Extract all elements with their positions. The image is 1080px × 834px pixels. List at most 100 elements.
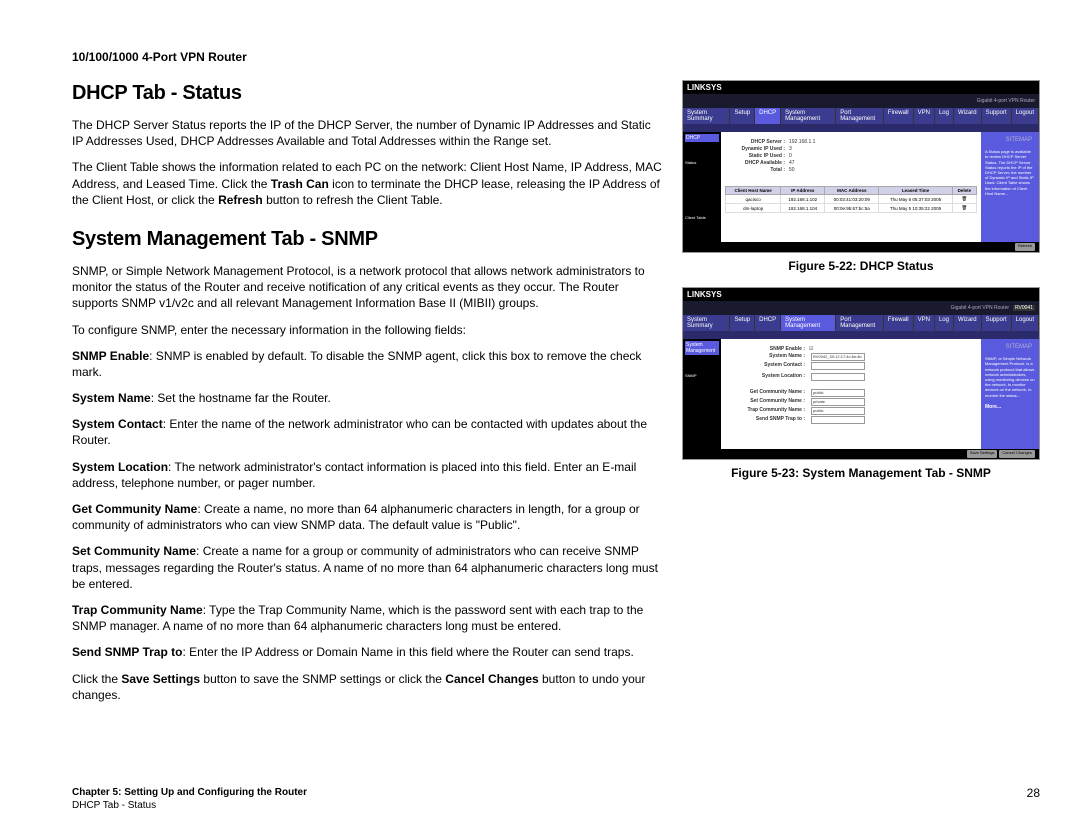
table-cell: qacisco <box>726 195 781 204</box>
field-send-trap-to: Send SNMP Trap to: Enter the IP Address … <box>72 644 662 660</box>
form-label: Set Community Name : <box>725 398 809 406</box>
table-cell: 00:03:41:03:20:09 <box>825 195 879 204</box>
stat-value: 3 <box>789 146 977 152</box>
footer-subtitle: DHCP Tab - Status <box>72 799 307 812</box>
main-text-column: DHCP Tab - Status The DHCP Server Status… <box>40 80 662 713</box>
save-settings-button[interactable]: Save Settings <box>967 450 998 458</box>
nav-tab[interactable]: Setup <box>730 315 755 331</box>
form-label: Get Community Name : <box>725 389 809 397</box>
table-row: dm-laptop192.168.1.10400:0e:9b:67:bc:5aT… <box>726 204 977 213</box>
brand-logo: LINKSYS <box>683 288 1039 301</box>
figure-22-dhcp-status: LINKSYS Gigabit 4-port VPN Router System… <box>682 80 1040 253</box>
nav-tab[interactable]: Logout <box>1012 315 1039 331</box>
cisco-logo-icon <box>1046 810 1076 830</box>
heading-dhcp-status: DHCP Tab - Status <box>72 80 662 107</box>
table-cell: dm-laptop <box>726 204 781 213</box>
form-label: Send SNMP Trap to : <box>725 416 809 426</box>
para-dhcp-2: The Client Table shows the information r… <box>72 159 662 208</box>
heading-snmp: System Management Tab - SNMP <box>72 226 662 253</box>
nav-tab[interactable]: DHCP <box>755 108 781 124</box>
trash-can-icon[interactable]: 🗑 <box>952 195 976 204</box>
brand-logo: LINKSYS <box>683 81 1039 94</box>
nav-tab[interactable]: Port Management <box>836 108 884 124</box>
nav-tab[interactable]: Log <box>935 315 954 331</box>
table-header: Leased Time <box>879 187 953 195</box>
form-input[interactable]: public <box>811 389 865 397</box>
form-label: System Location : <box>725 373 809 383</box>
table-header: IP Address <box>781 187 825 195</box>
nav-tab[interactable]: System Management <box>781 108 836 124</box>
product-header: 10/100/1000 4-Port VPN Router <box>72 50 1040 64</box>
footer-chapter: Chapter 5: Setting Up and Configuring th… <box>72 786 307 799</box>
nav-tab[interactable]: VPN <box>914 108 935 124</box>
more-link: More... <box>985 404 1035 410</box>
para-dhcp-1: The DHCP Server Status reports the IP of… <box>72 117 662 149</box>
para-snmp-2: To configure SNMP, enter the necessary i… <box>72 322 662 338</box>
table-cell: 00:0e:9b:67:bc:5a <box>825 204 879 213</box>
nav-tab[interactable]: Log <box>935 108 954 124</box>
form-label: System Contact : <box>725 362 809 372</box>
nav-tab[interactable]: System Summary <box>683 315 730 331</box>
nav-tab[interactable]: System Management <box>781 315 836 331</box>
sidebar-status: Status <box>685 160 719 165</box>
sitemap-link: SITEMAP <box>985 136 1035 145</box>
nav-tab[interactable]: Support <box>982 108 1012 124</box>
form-input[interactable]: RV0042_00:12:17:4c:6e:4b <box>811 353 865 361</box>
table-header: Client Host Name <box>726 187 781 195</box>
help-text: A Status page is available to review DHC… <box>985 149 1035 196</box>
stat-label: Dynamic IP Used : <box>725 146 789 152</box>
form-input[interactable]: public <box>811 407 865 415</box>
form-label: SNMP Enable : <box>725 346 809 352</box>
table-cell: 192.168.1.104 <box>781 204 825 213</box>
form-label: System Name : <box>725 353 809 361</box>
sidebar-system-management: System Management <box>685 341 719 355</box>
form-input[interactable] <box>811 416 865 424</box>
refresh-button[interactable]: Refresh <box>1015 243 1035 251</box>
field-system-location: System Location: The network administrat… <box>72 459 662 491</box>
help-text: SNMP, or Simple Network Management Proto… <box>985 356 1035 398</box>
figure-23-caption: Figure 5-23: System Management Tab - SNM… <box>682 466 1040 480</box>
nav-tab[interactable]: DHCP <box>755 315 781 331</box>
nav-tab[interactable]: Setup <box>730 108 755 124</box>
nav-tab[interactable]: Firewall <box>884 108 914 124</box>
form-input[interactable] <box>811 362 865 370</box>
para-save-cancel: Click the Save Settings button to save t… <box>72 671 662 703</box>
figure-23-snmp: LINKSYS Gigabit 4-port VPN Router RV0041… <box>682 287 1040 460</box>
cancel-changes-button[interactable]: Cancel Changes <box>999 450 1035 458</box>
field-get-community: Get Community Name: Create a name, no mo… <box>72 501 662 533</box>
table-header: Delete <box>952 187 976 195</box>
client-table: Client Host NameIP AddressMAC AddressLea… <box>725 186 977 213</box>
stat-label: DHCP Available : <box>725 160 789 166</box>
page-number: 28 <box>1027 786 1040 812</box>
nav-tab[interactable]: Firewall <box>884 315 914 331</box>
stat-value: 47 <box>789 160 977 166</box>
table-cell: Thu May 5 10:35:22 2005 <box>879 204 953 213</box>
form-input[interactable]: private <box>811 398 865 406</box>
model-number: RV0041 <box>1013 305 1035 311</box>
field-trap-community: Trap Community Name: Type the Trap Commu… <box>72 602 662 634</box>
stat-value: 0 <box>789 153 977 159</box>
stat-label: Total : <box>725 167 789 173</box>
field-set-community: Set Community Name: Create a name for a … <box>72 543 662 592</box>
nav-tab[interactable]: Logout <box>1012 108 1039 124</box>
nav-tab[interactable]: Wizard <box>954 108 982 124</box>
table-cell: Thu May 6 05:37:03 2005 <box>879 195 953 204</box>
table-cell: 192.168.1.102 <box>781 195 825 204</box>
model-label: Gigabit 4-port VPN Router <box>951 305 1009 311</box>
nav-tab[interactable]: Support <box>982 315 1012 331</box>
sidebar-dhcp: DHCP <box>685 134 719 142</box>
sidebar-snmp: SNMP <box>685 373 719 378</box>
nav-tab[interactable]: VPN <box>914 315 935 331</box>
stat-label: DHCP Server : <box>725 139 789 145</box>
form-label: Trap Community Name : <box>725 407 809 415</box>
nav-tab[interactable]: Port Management <box>836 315 884 331</box>
trash-can-icon[interactable]: 🗑 <box>952 204 976 213</box>
table-header: MAC Address <box>825 187 879 195</box>
stat-value: 50 <box>789 167 977 173</box>
nav-tab[interactable]: System Summary <box>683 108 730 124</box>
snmp-enable-checkbox[interactable]: ☑ <box>809 346 813 352</box>
field-system-name: System Name: Set the hostname far the Ro… <box>72 390 662 406</box>
form-input[interactable] <box>811 373 865 381</box>
nav-tab[interactable]: Wizard <box>954 315 982 331</box>
model-label: Gigabit 4-port VPN Router <box>977 98 1035 104</box>
